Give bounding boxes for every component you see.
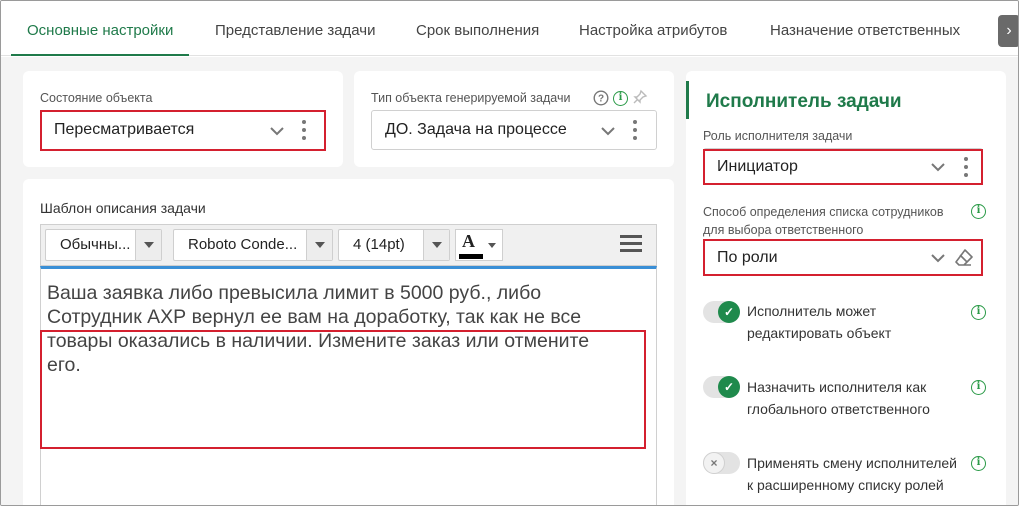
editor-text[interactable]: Ваша заявка либо превысила лимит в 5000 … <box>47 281 647 377</box>
font-select[interactable]: Roboto Conde... <box>173 229 333 261</box>
help-icon[interactable]: ? <box>593 90 609 106</box>
info-icon[interactable]: i <box>971 204 986 219</box>
font-size-select[interactable]: 4 (14pt) <box>338 229 450 261</box>
toggle-executor-can-edit[interactable]: ✓ <box>703 301 740 323</box>
toggle-label-line: Применять смену исполнителей <box>747 455 957 471</box>
toggle-extended-roles[interactable]: × <box>703 452 740 474</box>
toggle-label-line: к расширенному списку ролей <box>747 477 944 493</box>
template-label: Шаблон описания задачи <box>40 200 206 216</box>
editor-toolbar: Обычны... Roboto Conde... 4 (14pt) A <box>40 224 657 266</box>
menu-icon[interactable] <box>619 233 643 255</box>
font-select-value: Roboto Conde... <box>188 236 298 253</box>
toggle-label-line: глобального ответственного <box>747 401 930 417</box>
tab-task-view[interactable]: Представление задачи <box>199 1 392 56</box>
tab-responsibles[interactable]: Назначение ответственных <box>754 1 976 56</box>
more-options-icon[interactable] <box>963 156 969 178</box>
chevron-down-icon[interactable] <box>930 159 946 175</box>
tab-deadline[interactable]: Срок выполнения <box>400 1 555 56</box>
font-color-button[interactable]: A <box>455 229 503 261</box>
editor-text-line: товары оказались в наличии. Измените зак… <box>47 330 590 352</box>
method-label-line: для выбора ответственного <box>703 223 864 237</box>
info-icon[interactable]: i <box>971 380 986 395</box>
close-icon: × <box>703 452 725 474</box>
toggle-executor-can-edit-label: Исполнитель может редактировать объект <box>747 300 891 344</box>
task-object-type-label: Тип объекта генерируемой задачи <box>371 91 571 105</box>
style-select[interactable]: Обычны... <box>45 229 162 261</box>
check-icon: ✓ <box>718 301 740 323</box>
eraser-icon[interactable] <box>954 248 974 268</box>
chevron-down-icon[interactable] <box>488 243 496 248</box>
task-object-type-value: ДО. Задача на процессе <box>385 121 567 138</box>
chevron-down-icon[interactable] <box>306 230 332 260</box>
chevron-down-icon[interactable] <box>269 123 285 139</box>
executor-title: Исполнитель задачи <box>706 91 902 112</box>
tab-bar: Основные настройки Представление задачи … <box>1 1 1018 56</box>
object-state-card: Состояние объекта Пересматривается <box>23 71 343 167</box>
section-accent-bar <box>686 81 689 119</box>
editor-area[interactable]: Ваша заявка либо превысила лимит в 5000 … <box>40 266 657 505</box>
tab-basic-settings[interactable]: Основные настройки <box>11 1 190 56</box>
chevron-right-icon[interactable]: › <box>998 15 1018 47</box>
toggle-extended-roles-label: Применять смену исполнителей к расширенн… <box>747 452 957 496</box>
settings-window: Основные настройки Представление задачи … <box>0 0 1019 506</box>
chevron-down-icon[interactable] <box>135 230 161 260</box>
font-color-swatch <box>459 254 483 259</box>
info-icon[interactable]: i <box>613 91 628 106</box>
method-label-line: Способ определения списка сотрудников <box>703 205 944 219</box>
tab-attributes[interactable]: Настройка атрибутов <box>563 1 743 56</box>
method-label: Способ определения списка сотрудников дл… <box>703 203 944 239</box>
template-card: Шаблон описания задачи Обычны... Roboto … <box>23 179 674 505</box>
toggle-global-responsible[interactable]: ✓ <box>703 376 740 398</box>
chevron-down-icon[interactable] <box>600 123 616 139</box>
font-size-select-value: 4 (14pt) <box>353 236 405 253</box>
object-state-select[interactable]: Пересматривается <box>40 110 326 150</box>
style-select-value: Обычны... <box>60 236 131 253</box>
editor-text-line: его. <box>47 354 81 376</box>
chevron-down-icon[interactable] <box>423 230 449 260</box>
pin-icon[interactable] <box>632 89 648 105</box>
editor-text-line: Сотрудник АХР вернул ее вам на доработку… <box>47 306 582 328</box>
content-area: Состояние объекта Пересматривается Тип о… <box>1 57 1018 505</box>
method-select-value: По роли <box>717 249 778 266</box>
task-object-type-select[interactable]: ДО. Задача на процессе <box>371 110 657 150</box>
svg-text:?: ? <box>598 94 604 105</box>
executor-panel: Исполнитель задачи Роль исполнителя зада… <box>686 71 1006 505</box>
chevron-down-icon[interactable] <box>930 250 946 266</box>
object-state-value: Пересматривается <box>54 121 195 138</box>
more-options-icon[interactable] <box>632 119 638 141</box>
toggle-label-line: Назначить исполнителя как <box>747 379 927 395</box>
role-label: Роль исполнителя задачи <box>703 129 853 143</box>
task-object-type-card: Тип объекта генерируемой задачи ? i ДО. … <box>354 71 674 167</box>
info-icon[interactable]: i <box>971 305 986 320</box>
toggle-label-line: редактировать объект <box>747 325 892 341</box>
method-select[interactable]: По роли <box>703 239 983 276</box>
info-icon[interactable]: i <box>971 456 986 471</box>
toggle-global-responsible-label: Назначить исполнителя как глобального от… <box>747 376 930 420</box>
font-color-letter: A <box>462 231 475 251</box>
editor-text-line: Ваша заявка либо превысила лимит в 5000 … <box>47 282 542 304</box>
toggle-label-line: Исполнитель может <box>747 303 877 319</box>
more-options-icon[interactable] <box>301 119 307 141</box>
role-select[interactable]: Инициатор <box>703 148 983 185</box>
role-select-value: Инициатор <box>717 158 798 175</box>
check-icon: ✓ <box>718 376 740 398</box>
object-state-label: Состояние объекта <box>40 91 153 105</box>
